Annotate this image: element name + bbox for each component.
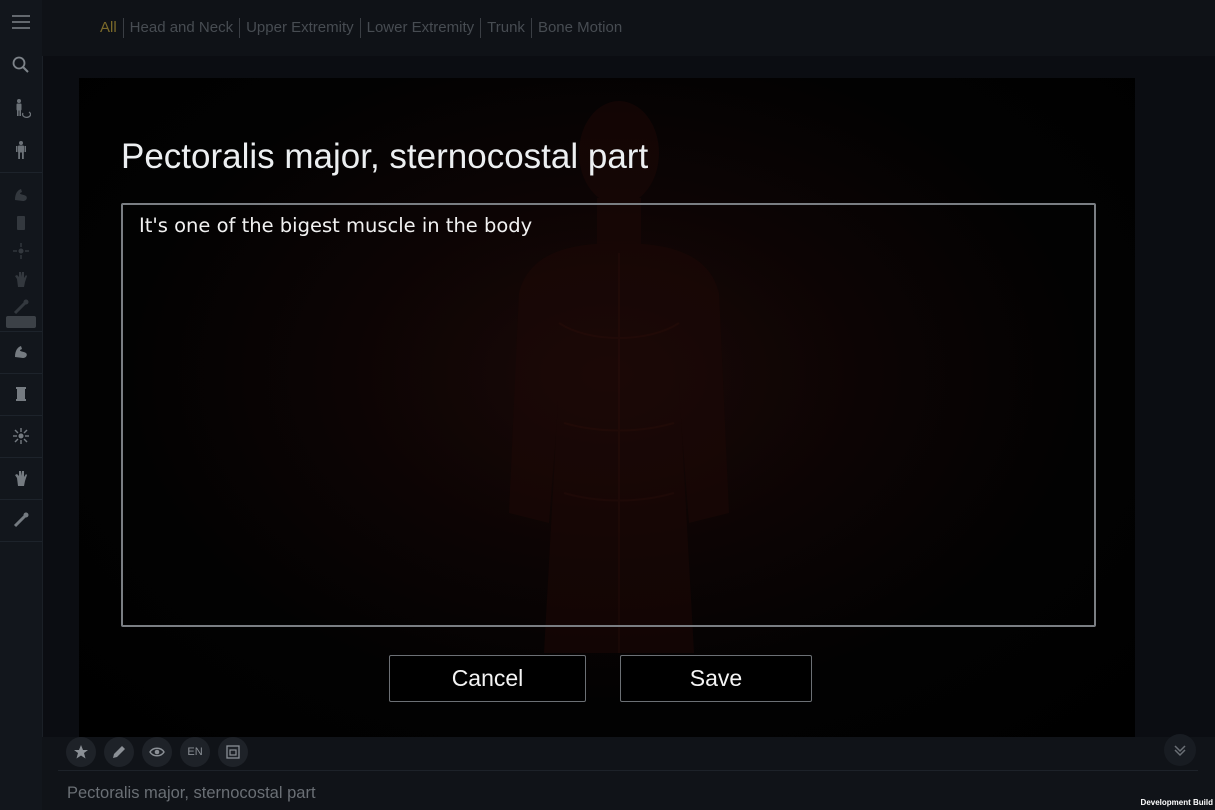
tab-upper-extremity[interactable]: Upper Extremity bbox=[242, 17, 358, 39]
tab-divider bbox=[359, 18, 361, 38]
cancel-button[interactable]: Cancel bbox=[389, 655, 586, 702]
top-bar: All Head and Neck Upper Extremity Lower … bbox=[42, 0, 1215, 56]
nerve-icon[interactable] bbox=[8, 238, 34, 264]
tab-divider bbox=[239, 18, 241, 38]
pencil-icon[interactable] bbox=[104, 737, 134, 767]
menu-icon[interactable] bbox=[8, 9, 34, 35]
tab-divider bbox=[122, 18, 124, 38]
tab-lower-extremity[interactable]: Lower Extremity bbox=[363, 17, 479, 39]
search-icon[interactable] bbox=[8, 52, 34, 78]
note-textarea[interactable] bbox=[121, 203, 1096, 627]
body-rotate-icon[interactable] bbox=[8, 95, 34, 121]
bone-icon[interactable] bbox=[8, 381, 34, 407]
tab-all[interactable]: All bbox=[96, 17, 121, 39]
region-tabs: All Head and Neck Upper Extremity Lower … bbox=[96, 17, 626, 39]
tab-divider bbox=[480, 18, 482, 38]
dialog-title: Pectoralis major, sternocostal part bbox=[121, 137, 649, 176]
tool-icon[interactable] bbox=[8, 507, 34, 533]
nerve-icon[interactable] bbox=[8, 423, 34, 449]
tab-bone-motion[interactable]: Bone Motion bbox=[534, 17, 626, 39]
muscle-icon[interactable] bbox=[8, 182, 34, 208]
bottom-bar: EN Pectoralis major, sternocostal part bbox=[42, 734, 1215, 810]
hand-icon[interactable] bbox=[8, 465, 34, 491]
body-icon[interactable] bbox=[8, 137, 34, 163]
muscle-icon[interactable] bbox=[8, 339, 34, 365]
star-icon[interactable] bbox=[66, 737, 96, 767]
hand-icon[interactable] bbox=[8, 266, 34, 292]
chevron-double-down-icon[interactable] bbox=[1164, 734, 1196, 766]
development-build-label: Development Build bbox=[1140, 798, 1213, 807]
tab-trunk[interactable]: Trunk bbox=[483, 17, 529, 39]
language-button[interactable]: EN bbox=[180, 737, 210, 767]
bone-icon[interactable] bbox=[8, 210, 34, 236]
selected-structure-label: Pectoralis major, sternocostal part bbox=[67, 784, 316, 802]
copy-icon[interactable] bbox=[218, 737, 248, 767]
divider bbox=[58, 770, 1198, 771]
save-button[interactable]: Save bbox=[620, 655, 812, 702]
tab-head-and-neck[interactable]: Head and Neck bbox=[126, 17, 237, 39]
tab-divider bbox=[530, 18, 532, 38]
sidebar-slider[interactable] bbox=[6, 316, 36, 328]
eye-icon[interactable] bbox=[142, 737, 172, 767]
sidebar bbox=[0, 0, 43, 810]
